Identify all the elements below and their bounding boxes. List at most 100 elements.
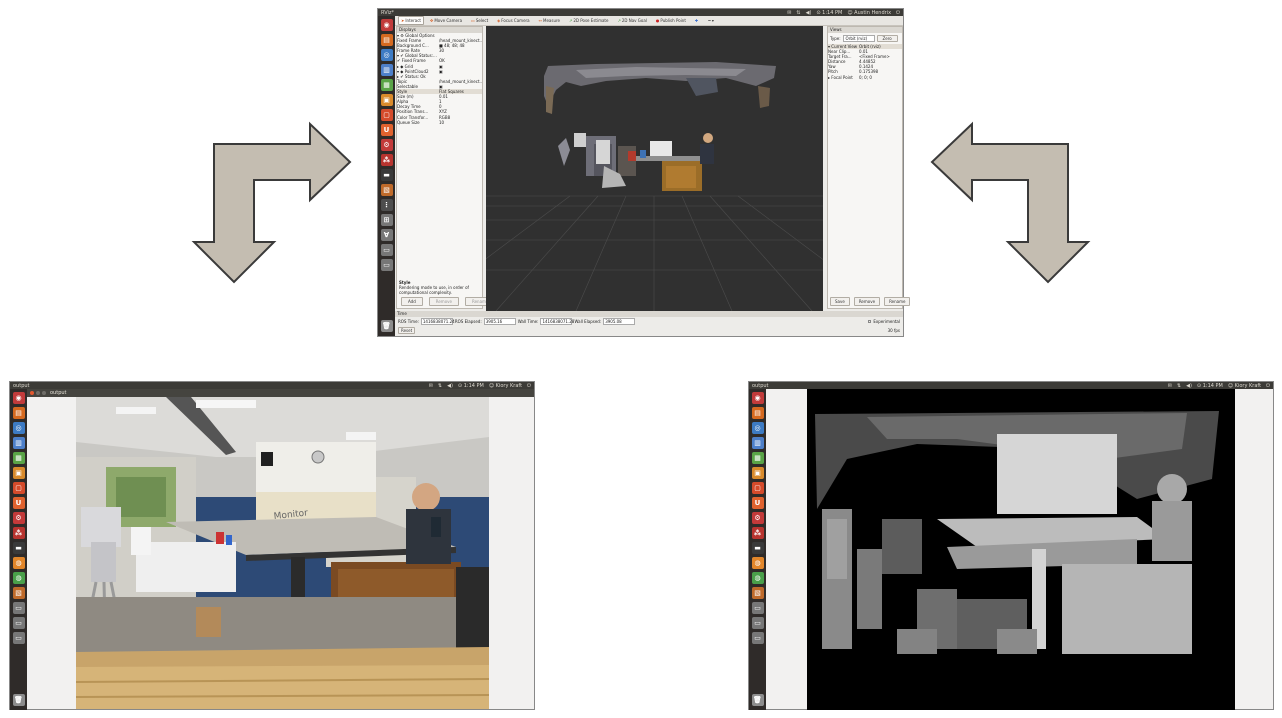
drive-icon[interactable]: ▭ bbox=[751, 602, 764, 614]
files-icon[interactable]: ▤ bbox=[12, 407, 25, 419]
tool-menu-button[interactable]: ━ ▾ bbox=[705, 16, 717, 25]
archive-icon[interactable]: ▧ bbox=[751, 587, 764, 599]
dash-icon[interactable]: ◉ bbox=[380, 19, 393, 31]
terminal-icon[interactable]: ▬ bbox=[12, 542, 25, 554]
media-icon[interactable]: ▭ bbox=[751, 617, 764, 629]
trash-icon[interactable]: 🗑 bbox=[380, 320, 393, 332]
chrome-icon[interactable]: ◍ bbox=[12, 557, 25, 569]
user-menu[interactable]: ☺ Kiory Kraft bbox=[489, 383, 522, 389]
save-view-button[interactable]: Save bbox=[830, 297, 850, 306]
impress-icon[interactable]: ▣ bbox=[751, 467, 764, 479]
apps-icon[interactable]: ⁂ bbox=[12, 527, 25, 539]
tree-row[interactable]: ▸ Focal Point 0; 0; 0 bbox=[828, 75, 902, 80]
settings-icon[interactable]: ⚙ bbox=[380, 139, 393, 151]
tool-measure[interactable]: ↔Measure bbox=[536, 16, 563, 25]
writer-icon[interactable]: ▥ bbox=[380, 64, 393, 76]
calc-icon[interactable]: ▦ bbox=[751, 452, 764, 464]
power-icon[interactable]: ⏻ bbox=[1266, 383, 1270, 389]
media-icon[interactable]: ▭ bbox=[380, 259, 393, 271]
property-value[interactable]: 0; 0; 0 bbox=[859, 75, 902, 80]
tool-move-camera[interactable]: ✥Move Camera bbox=[427, 16, 465, 25]
files-icon[interactable]: ▤ bbox=[380, 34, 393, 46]
tool-select[interactable]: ▭Select bbox=[468, 16, 491, 25]
ros-elapsed-field[interactable]: 3905.16 bbox=[483, 318, 516, 325]
workspaces-icon[interactable]: ⋮ bbox=[380, 199, 393, 211]
remove-display-button[interactable]: Remove bbox=[428, 297, 459, 306]
volume-icon[interactable]: ◀) bbox=[1186, 383, 1192, 389]
add-tool-button[interactable]: ✚ bbox=[692, 16, 702, 25]
firefox-icon[interactable]: ◎ bbox=[12, 422, 25, 434]
window-icon[interactable]: ▭ bbox=[12, 632, 25, 644]
files-icon[interactable]: ▤ bbox=[751, 407, 764, 419]
trash-icon[interactable]: 🗑 bbox=[12, 694, 25, 706]
ubuntu-one-icon[interactable]: U bbox=[751, 497, 764, 509]
property-value[interactable]: 10 bbox=[439, 120, 482, 125]
firefox-icon[interactable]: ◎ bbox=[380, 49, 393, 61]
clock[interactable]: ⊙ 1:14 PM bbox=[1197, 383, 1223, 389]
clock[interactable]: ⊙ 1:14 PM bbox=[816, 10, 842, 16]
volume-icon[interactable]: ◀) bbox=[447, 383, 453, 389]
calc-icon[interactable]: ▦ bbox=[12, 452, 25, 464]
trash-icon[interactable]: 🗑 bbox=[751, 694, 764, 706]
window-icon[interactable]: ∀ bbox=[380, 229, 393, 241]
chrome-icon[interactable]: ◍ bbox=[751, 557, 764, 569]
software-center-icon[interactable]: ▢ bbox=[751, 482, 764, 494]
view-type-select[interactable]: Orbit (rviz) bbox=[842, 35, 875, 42]
user-menu[interactable]: ☺ Austin Hendrix bbox=[847, 10, 891, 16]
software-center-icon[interactable]: ▢ bbox=[12, 482, 25, 494]
ros-time-field[interactable]: 1416838071.24 bbox=[420, 318, 455, 325]
writer-icon[interactable]: ▥ bbox=[12, 437, 25, 449]
mail-icon[interactable]: ✉ bbox=[787, 10, 791, 16]
mail-icon[interactable]: ✉ bbox=[429, 383, 433, 389]
wall-elapsed-field[interactable]: 3905.08 bbox=[603, 318, 636, 325]
tool-interact[interactable]: ➤Interact bbox=[398, 16, 424, 25]
tool-2d-pose-estimate[interactable]: ↗2D Pose Estimate bbox=[566, 16, 611, 25]
software-center-icon[interactable]: ▢ bbox=[380, 109, 393, 121]
dash-icon[interactable]: ◉ bbox=[751, 392, 764, 404]
terminal-icon[interactable]: ▬ bbox=[751, 542, 764, 554]
power-icon[interactable]: ⏻ bbox=[527, 383, 531, 389]
window-icon[interactable]: ▭ bbox=[751, 632, 764, 644]
point-cloud-render[interactable] bbox=[486, 26, 823, 311]
rviz-3d-view[interactable] bbox=[486, 26, 823, 311]
settings-icon[interactable]: ⚙ bbox=[12, 512, 25, 524]
dash-icon[interactable]: ◉ bbox=[12, 392, 25, 404]
clock[interactable]: ⊙ 1:14 PM bbox=[458, 383, 484, 389]
minimize-icon[interactable] bbox=[36, 391, 40, 395]
network-icon[interactable]: ⇅ bbox=[796, 10, 800, 16]
writer-icon[interactable]: ▥ bbox=[751, 437, 764, 449]
apps-icon[interactable]: ⁂ bbox=[380, 154, 393, 166]
impress-icon[interactable]: ▣ bbox=[12, 467, 25, 479]
add-display-button[interactable]: Add bbox=[401, 297, 423, 306]
drive-icon[interactable]: ▭ bbox=[12, 602, 25, 614]
tool-focus-camera[interactable]: ◈Focus Camera bbox=[494, 16, 532, 25]
tool-2d-nav-goal[interactable]: ↗2D Nav Goal bbox=[614, 16, 649, 25]
network-icon[interactable]: ⇅ bbox=[438, 383, 442, 389]
power-icon[interactable]: ⏻ bbox=[896, 10, 900, 16]
remove-view-button[interactable]: Remove bbox=[853, 297, 881, 306]
media-icon[interactable]: ▭ bbox=[12, 617, 25, 629]
mail-icon[interactable]: ✉ bbox=[1168, 383, 1172, 389]
firefox-icon[interactable]: ◎ bbox=[751, 422, 764, 434]
tree-row[interactable]: Queue Size 10 bbox=[397, 120, 482, 125]
impress-icon[interactable]: ▣ bbox=[380, 94, 393, 106]
reset-button[interactable]: Reset bbox=[398, 327, 416, 334]
rename-view-button[interactable]: Rename bbox=[884, 297, 911, 306]
archive-icon[interactable]: ▧ bbox=[12, 587, 25, 599]
close-icon[interactable] bbox=[30, 391, 34, 395]
experimental-checkbox[interactable] bbox=[868, 320, 872, 323]
ubuntu-one-icon[interactable]: U bbox=[380, 124, 393, 136]
user-menu[interactable]: ☺ Kiory Kraft bbox=[1228, 383, 1261, 389]
maximize-icon[interactable] bbox=[42, 391, 46, 395]
volume-icon[interactable]: ◀) bbox=[806, 10, 812, 16]
chromium-icon[interactable]: ◍ bbox=[12, 572, 25, 584]
archive-icon[interactable]: ▧ bbox=[380, 184, 393, 196]
zero-view-button[interactable]: Zero bbox=[876, 35, 898, 42]
drive-icon[interactable]: ▭ bbox=[380, 244, 393, 256]
wall-time-field[interactable]: 1416838071.28 bbox=[540, 318, 574, 325]
tool-publish-point[interactable]: ●Publish Point bbox=[653, 16, 689, 25]
apps-icon[interactable]: ⁂ bbox=[751, 527, 764, 539]
network-icon[interactable]: ⇅ bbox=[1177, 383, 1181, 389]
rviz-icon[interactable]: ⊞ bbox=[380, 214, 393, 226]
chromium-icon[interactable]: ◍ bbox=[751, 572, 764, 584]
